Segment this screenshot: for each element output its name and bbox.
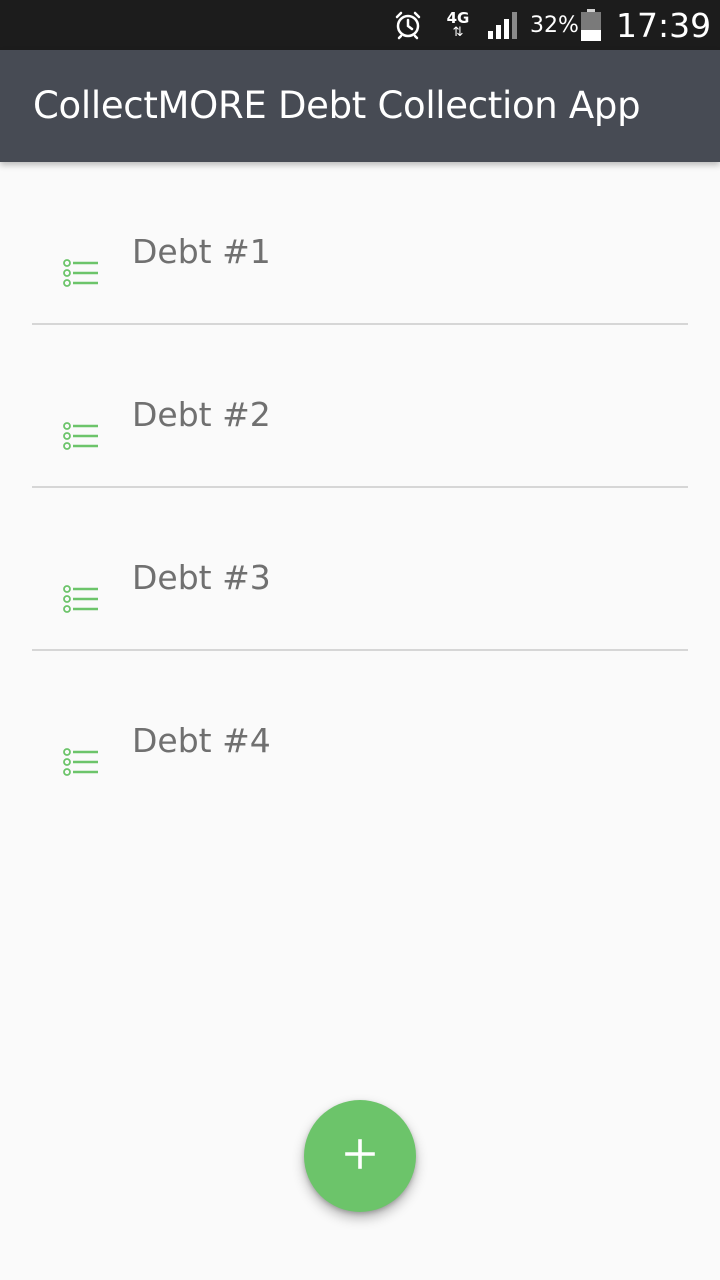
battery-icon: [580, 0, 604, 50]
debt-label: Debt #2: [132, 395, 271, 434]
add-debt-button[interactable]: [304, 1100, 416, 1212]
debt-label: Debt #1: [132, 232, 271, 271]
debt-list-item[interactable]: Debt #3: [32, 488, 688, 651]
debt-list-item[interactable]: Debt #2: [32, 325, 688, 488]
debt-list: Debt #1 Debt #2 Debt #3 Debt #4: [0, 162, 720, 812]
network-label: 4G: [446, 9, 470, 27]
list-icon: [62, 258, 102, 288]
app-bar: CollectMORE Debt Collection App: [0, 50, 720, 162]
status-bar: 4G ⇅ 32% 17:39: [0, 0, 720, 50]
list-icon: [62, 747, 102, 777]
battery-percent: 32%: [530, 12, 579, 38]
alarm-icon: [392, 0, 428, 50]
app-title: CollectMORE Debt Collection App: [33, 84, 641, 127]
debt-label: Debt #4: [132, 721, 271, 760]
list-icon: [62, 584, 102, 614]
list-icon: [62, 421, 102, 451]
debt-label: Debt #3: [132, 558, 271, 597]
debt-list-item[interactable]: Debt #4: [32, 651, 688, 812]
data-arrows-icon: ⇅: [452, 25, 464, 40]
network-indicator: 4G ⇅: [444, 0, 472, 50]
debt-list-item[interactable]: Debt #1: [32, 162, 688, 325]
plus-icon: [343, 1137, 377, 1176]
signal-icon: [486, 0, 522, 50]
clock: 17:39: [616, 5, 712, 45]
